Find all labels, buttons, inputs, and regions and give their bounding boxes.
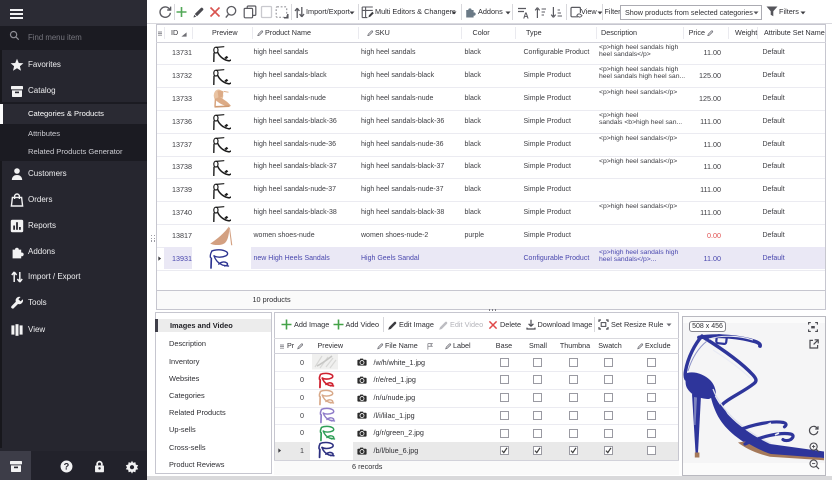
svg-text:?: ? (64, 461, 70, 471)
svg-text:A: A (523, 11, 529, 19)
